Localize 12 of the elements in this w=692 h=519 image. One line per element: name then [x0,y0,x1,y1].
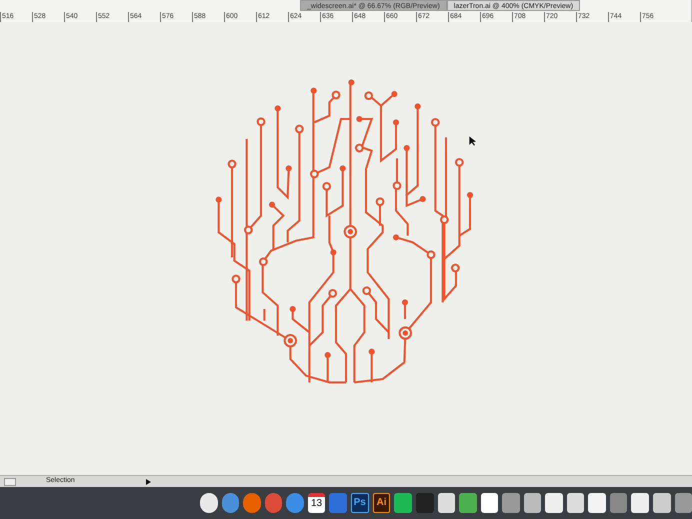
illustrator-app-icon[interactable]: Ai [372,493,390,513]
app-icon[interactable] [524,493,542,513]
mouse-cursor-icon [469,136,476,146]
status-field [4,478,16,486]
app-icon[interactable] [652,493,671,513]
app-icon[interactable] [480,493,498,513]
photoshop-app-icon[interactable]: Ps [350,493,369,513]
calendar-app-icon[interactable]: 13 [308,493,326,513]
play-arrow-icon [146,478,151,484]
app-icon[interactable] [200,493,218,513]
app-icon[interactable] [566,493,584,513]
app-icon[interactable] [438,493,456,513]
